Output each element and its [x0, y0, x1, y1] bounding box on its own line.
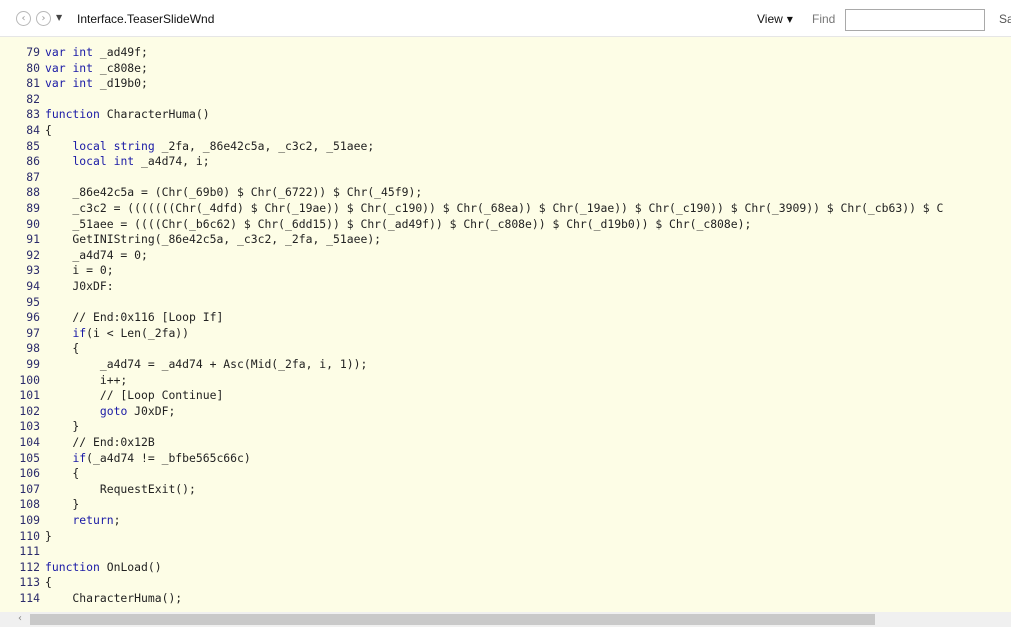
line-number: 108 [19, 497, 40, 512]
line-number: 100 [19, 372, 40, 387]
keyword: int [72, 76, 94, 91]
line-number: 86 [26, 154, 40, 169]
keyword: local [72, 154, 107, 169]
line-number: 109 [19, 513, 40, 527]
code-text: // End:0x116 [Loop If] [45, 310, 224, 325]
line-number: 88 [26, 185, 40, 200]
code-text: CharacterHuma(); [45, 591, 183, 605]
keyword: int [72, 45, 94, 59]
line-number: 106 [19, 466, 40, 481]
keyword: return [72, 513, 114, 527]
back-arrow-icon[interactable]: ‹ [16, 11, 31, 26]
scrollbar-thumb[interactable] [30, 614, 875, 625]
code-text: local int _a4d74, i; [72, 154, 210, 169]
code-text: { [45, 123, 52, 137]
line-number: 84 [26, 123, 40, 137]
keyword: int [113, 154, 135, 169]
keyword: function [45, 107, 100, 122]
code-text: if(_a4d74 != _bfbe565c66c) [72, 450, 251, 465]
line-number: 79 [26, 45, 40, 59]
code-text: } [45, 497, 80, 512]
line-number: 82 [26, 91, 40, 106]
line-number: 83 [26, 107, 40, 122]
line-number: 81 [26, 76, 40, 91]
document-title: Interface.TeaserSlideWnd [77, 12, 215, 26]
keyword: var [45, 60, 66, 75]
code-text: var int _ad49f; [45, 45, 148, 59]
view-menu-label: View [757, 12, 783, 26]
code-text: } [45, 528, 52, 543]
line-number: 111 [19, 544, 40, 559]
code-text: { [45, 341, 80, 356]
line-number: 95 [26, 294, 40, 309]
code-text: if(i < Len(_2fa)) [72, 325, 190, 340]
code-text: J0xDF: [45, 279, 114, 293]
code-text: _86e42c5a = (Chr(_69b0) $ Chr(_6722)) $ … [45, 185, 423, 200]
code-text: function CharacterHuma() [45, 107, 210, 122]
line-number: 98 [26, 341, 40, 356]
code-text: // End:0x12B [45, 435, 155, 449]
history-dropdown-icon[interactable]: ▼ [56, 13, 62, 22]
find-input[interactable] [845, 9, 985, 31]
scroll-left-arrow-icon[interactable]: ‹ [18, 613, 22, 624]
code-editor[interactable]: 79 var int _ad49f; 80 var int _c808e; 81 var … [0, 37, 1011, 612]
line-number: 107 [19, 481, 40, 496]
keyword: var [45, 45, 66, 59]
keyword: goto [99, 403, 128, 418]
code-text: _c3c2 = (((((((Chr(_4dfd) $ Chr(_19ae)) … [45, 201, 944, 215]
code-text: var int _d19b0; [45, 76, 148, 91]
line-number: 93 [26, 263, 40, 278]
line-number: 102 [19, 403, 40, 418]
keyword: if [72, 325, 87, 340]
line-number: 94 [26, 279, 40, 293]
line-number: 87 [26, 169, 40, 184]
code-text: { [45, 575, 52, 590]
line-number: 114 [19, 591, 40, 605]
keyword: string [113, 138, 155, 153]
code-text: return; [72, 513, 121, 527]
line-number: 80 [26, 60, 40, 75]
code-text: RequestExit(); [45, 481, 196, 496]
line-number: 104 [19, 435, 40, 449]
code-text: function OnLoad() [45, 559, 162, 574]
line-number: 96 [26, 310, 40, 325]
code-text: _51aee = ((((Chr(_b6c62) $ Chr(_6dd15)) … [45, 216, 752, 231]
toolbar: ‹ › ▼ Interface.TeaserSlideWnd View ▼ Fin… [0, 0, 1011, 37]
line-number: 103 [19, 419, 40, 434]
keyword: if [72, 450, 87, 465]
keyword: var [45, 76, 66, 91]
save-button[interactable]: Sa [999, 12, 1011, 26]
code-text: local string _2fa, _86e42c5a, _c3c2, _51… [72, 138, 375, 153]
keyword: int [72, 60, 94, 75]
line-number: 85 [26, 138, 40, 153]
code-text: i = 0; [45, 263, 114, 278]
line-number: 91 [26, 232, 40, 247]
keyword: function [45, 559, 100, 574]
line-number: 89 [26, 201, 40, 215]
line-number: 99 [26, 357, 40, 371]
code-text: // [Loop Continue] [45, 388, 224, 403]
line-number: 105 [19, 450, 40, 465]
code-text: _a4d74 = _a4d74 + Asc(Mid(_2fa, i, 1)); [45, 357, 368, 371]
line-number: 101 [19, 388, 40, 403]
line-number: 92 [26, 247, 40, 262]
code-text: var int _c808e; [45, 60, 148, 75]
keyword: local [72, 138, 107, 153]
code-text: _a4d74 = 0; [45, 247, 148, 262]
code-text: i++; [45, 372, 128, 387]
chevron-down-icon: ▼ [786, 15, 793, 24]
view-menu-button[interactable]: View ▼ [757, 12, 793, 26]
line-number: 90 [26, 216, 40, 231]
line-number: 113 [19, 575, 40, 590]
line-number: 110 [19, 528, 40, 543]
find-label: Find [812, 12, 836, 26]
code-text: GetINIString(_86e42c5a, _c3c2, _2fa, _51… [45, 232, 382, 247]
code-text: { [45, 466, 80, 481]
forward-arrow-icon[interactable]: › [36, 11, 51, 26]
horizontal-scrollbar[interactable]: ‹ [0, 612, 1011, 627]
code-text: } [45, 419, 80, 434]
line-number: 112 [19, 559, 40, 574]
code-text: goto J0xDF; [99, 403, 176, 418]
line-number: 97 [26, 325, 40, 340]
